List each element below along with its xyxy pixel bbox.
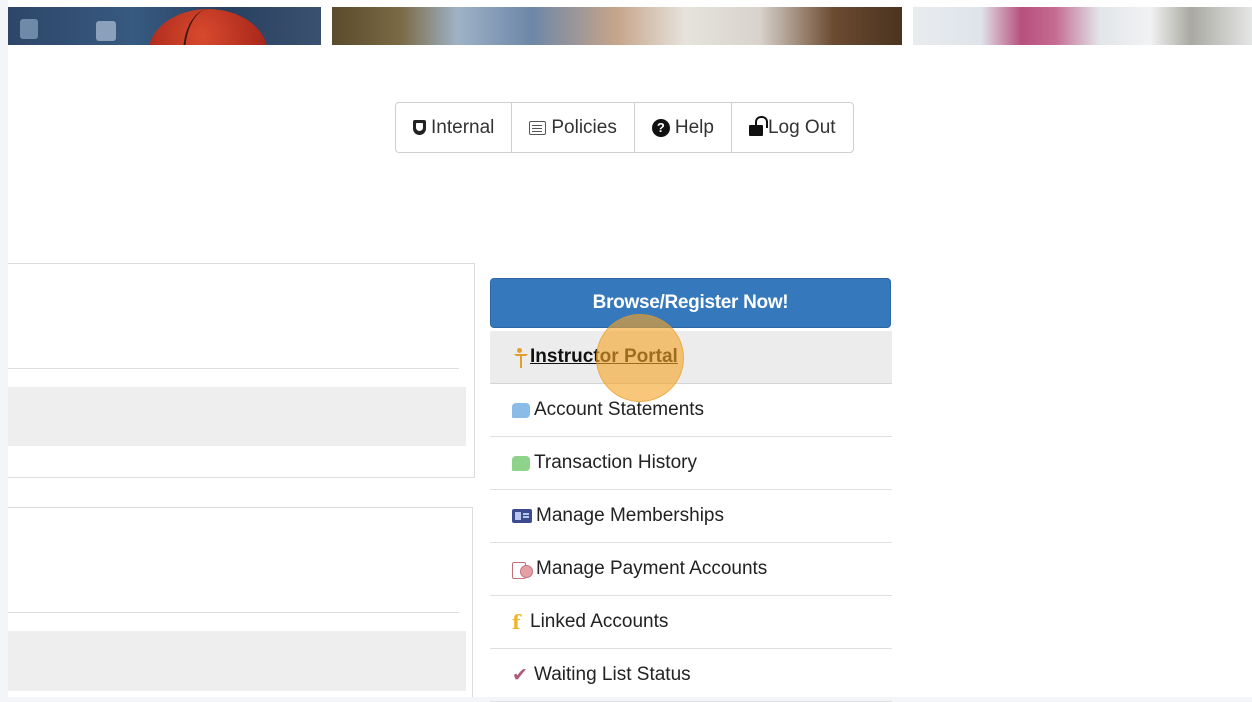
logout-button[interactable]: Log Out [732, 103, 853, 152]
browse-register-button[interactable]: Browse/Register Now! [490, 278, 891, 328]
document-icon [529, 120, 547, 135]
person-icon [512, 348, 528, 368]
menu-item-label: Account Statements [534, 399, 705, 420]
check-icon: ✔ [512, 664, 528, 686]
menu-item-transaction-history[interactable]: Transaction History [490, 437, 892, 490]
menu-item-instructor-portal[interactable]: Instructor Portal [490, 331, 892, 384]
policies-button[interactable]: Policies [512, 103, 635, 152]
menu-item-waiting-list-status[interactable]: ✔ Waiting List Status [490, 649, 892, 702]
banner-photo-outdoor [913, 7, 1252, 45]
content-panel [8, 507, 473, 697]
menu-item-linked-accounts[interactable]: f Linked Accounts [490, 596, 892, 649]
logout-label: Log Out [767, 116, 836, 138]
payment-icon [512, 561, 533, 579]
chat-bubble-icon [512, 455, 530, 471]
internal-button[interactable]: Internal [396, 103, 513, 152]
id-card-icon [512, 509, 532, 523]
menu-item-label: Instructor Portal [530, 346, 678, 367]
top-nav: Internal Policies ? Help Log Out [395, 102, 854, 153]
divider [8, 612, 459, 613]
banner-photo-basketball [8, 7, 321, 45]
facebook-icon: f [512, 610, 521, 634]
help-button[interactable]: ? Help [635, 103, 732, 152]
content-panel [8, 263, 475, 478]
banner-photo-people [332, 7, 902, 45]
content-row [8, 631, 466, 691]
menu-item-label: Transaction History [534, 452, 697, 473]
internal-label: Internal [431, 116, 495, 138]
chat-bubble-icon [512, 402, 530, 418]
shield-icon [413, 120, 426, 135]
help-label: Help [674, 116, 714, 138]
menu-item-manage-payment-accounts[interactable]: Manage Payment Accounts [490, 543, 892, 596]
menu-item-label: Manage Payment Accounts [536, 558, 768, 579]
divider [8, 368, 459, 369]
menu-item-label: Linked Accounts [530, 611, 669, 632]
menu-item-account-statements[interactable]: Account Statements [490, 384, 892, 437]
content-row [8, 387, 466, 446]
menu-item-label: Manage Memberships [536, 505, 724, 526]
menu-item-label: Waiting List Status [534, 664, 691, 685]
page: Internal Policies ? Help Log Out Browse/… [8, 0, 1252, 702]
account-menu: Instructor Portal Account Statements Tra… [490, 331, 892, 702]
policies-label: Policies [551, 116, 617, 138]
menu-item-manage-memberships[interactable]: Manage Memberships [490, 490, 892, 543]
header-banner [8, 0, 1252, 45]
help-icon: ? [651, 118, 670, 137]
unlock-icon [748, 116, 768, 136]
